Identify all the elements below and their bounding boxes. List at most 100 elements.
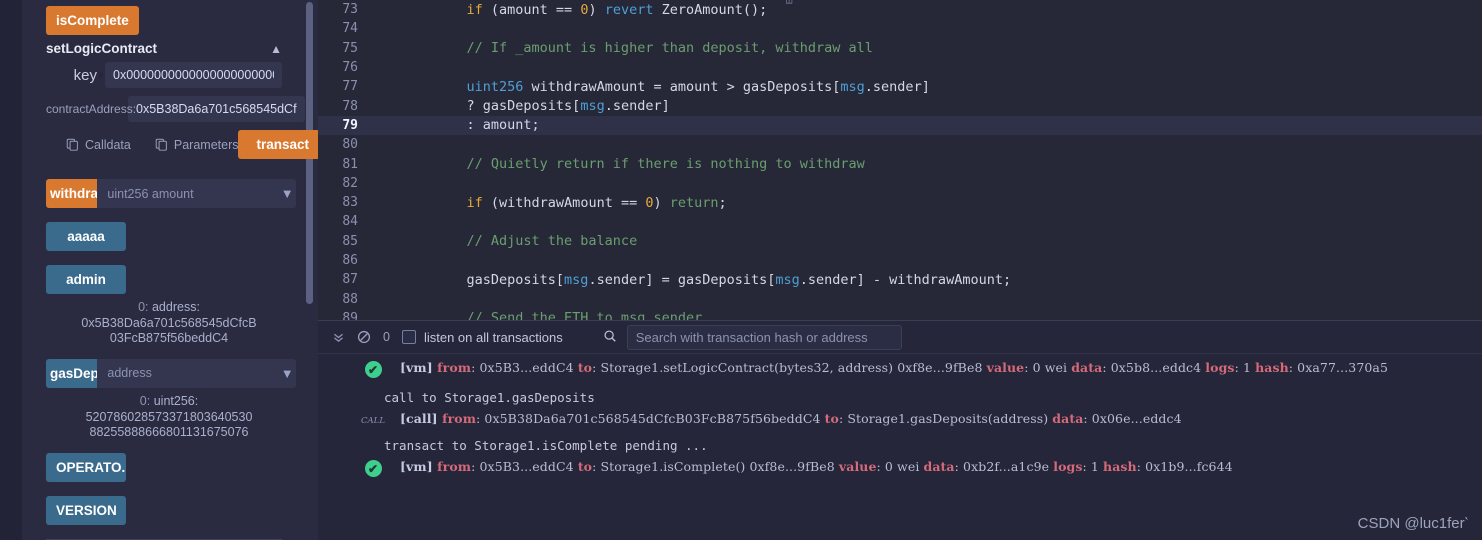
code-token: msg [564,271,589,288]
code-line[interactable]: 84 [318,212,1482,231]
code-text: // Quietly return if there is nothing to… [422,156,865,172]
code-line[interactable]: 79 : amount; [318,115,1482,136]
code-line[interactable]: 75 // If _amount is higher than deposit,… [318,39,1482,58]
code-line[interactable]: 88 [318,289,1482,308]
admin-button[interactable]: admin [46,265,126,294]
code-token: if [466,194,483,211]
code-text: ? gasDeposits[msg.sender] [422,98,670,114]
listen-all-transactions-checkbox[interactable] [401,330,416,344]
code-text: : amount; [422,117,540,133]
log-segment: hash [1103,459,1137,474]
code-token: msg [775,271,800,288]
log-segment: from [442,411,477,426]
log-segment: : 0xa77...370a5 [1288,360,1389,375]
code-text: // If _amount is higher than deposit, wi… [422,40,873,56]
param-label-key: key [46,67,105,84]
code-line[interactable]: 78 ? gasDeposits[msg.sender] [318,96,1482,115]
call-label: CALL [361,416,385,426]
operator-button[interactable]: OPERATO... [46,452,126,482]
set-logic-contract-section-header[interactable]: setLogicContract ▲ [22,35,296,62]
error-count: 0 [383,330,390,344]
code-token: return [669,194,719,211]
success-check-icon: ✔ [358,459,388,477]
calldata-copy-button[interactable]: Calldata [66,138,131,152]
code-token: .sender] - withdrawAmount; [799,271,1012,288]
code-text: uint256 withdrawAmount = amount > gasDep… [422,79,930,95]
code-line[interactable]: 85 // Adjust the balance [318,232,1482,251]
log-segment: : 0 wei [876,459,924,474]
code-line[interactable]: 86 [318,251,1482,270]
code-token: withdrawAmount = amount > gasDeposits[ [523,78,841,95]
code-text: if (amount == 0) revert ZeroAmount(); [422,1,768,18]
code-line[interactable]: 74 [318,19,1482,38]
function-row-gas-deposits: gasDeposits ▼ [46,358,296,388]
log-segment: : Storage1.isComplete() 0xf8e...9fBe8 [592,459,839,474]
code-line[interactable]: 77 uint256 withdrawAmount = amount > gas… [318,77,1482,96]
log-segment: : 0xb2f...a1c9e [954,459,1054,474]
chevrons-down-icon[interactable] [326,331,351,344]
parameters-copy-button[interactable]: Parameters [155,138,238,152]
code-token: msg [580,98,605,115]
code-token: (amount == [482,1,581,18]
chevron-up-icon[interactable]: ▲ [270,42,282,56]
terminal-log-entry[interactable]: CALL [call] from: 0x5B38Da6a701c568545dCf… [318,405,1482,426]
log-segment: to [824,411,839,426]
log-segment: logs [1053,459,1083,474]
log-segment: : 0 wei [1024,360,1072,375]
gas-deposits-address-input[interactable] [97,358,279,388]
code-editor[interactable]: ◫ 73 if (amount == 0) revert ZeroAmount(… [318,0,1482,320]
code-token: : amount; [434,117,540,134]
version-button[interactable]: VERSION [46,495,126,525]
copy-icon [66,138,78,151]
terminal-log-entry[interactable]: ✔ [vm] from: 0x5B3...eddC4 to: Storage1.i… [318,453,1482,477]
code-text: gasDeposits[msg.sender] = gasDeposits[ms… [422,271,1012,288]
ban-icon[interactable] [351,330,377,344]
is-complete-button[interactable]: isComplete [46,6,139,35]
success-check-icon: ✔ [358,360,388,378]
terminal-log-area[interactable]: ✔ [vm] from: 0x5B3...eddC4 to: Storage1.s… [318,354,1482,540]
log-segment: from [437,360,472,375]
result-type: uint256: [153,393,199,408]
terminal-log-text: [vm] from: 0x5B3...eddC4 to: Storage1.se… [388,360,1388,375]
log-segment: data [1052,411,1084,426]
code-token: ) [653,194,670,211]
terminal-log-entry[interactable]: ✔ [vm] from: 0x5B3...eddC4 to: Storage1.s… [318,354,1482,378]
withdraw-button[interactable]: withdraw... [46,179,98,208]
code-text: // Adjust the balance [422,233,638,249]
code-line[interactable]: 80 [318,135,1482,154]
aaaaa-button[interactable]: aaaaa [46,222,126,251]
line-number: 83 [342,195,358,211]
line-number: 89 [342,310,358,320]
terminal-search-input[interactable] [626,324,902,350]
code-line[interactable]: 87 gasDeposits[msg.sender] = gasDeposits… [318,270,1482,289]
result-index: 0: [139,393,151,408]
line-number: 73 [342,2,358,18]
log-segment: : Storage1.gasDeposits(address) [838,411,1053,426]
check-glyph: ✔ [364,361,382,378]
gas-deposits-button[interactable]: gasDeposits [46,358,98,388]
code-line[interactable]: 83 if (withdrawAmount == 0) return; [318,193,1482,212]
log-segment: : 0x5B38Da6a701c568545dCfcB03FcB875f56be… [476,411,825,426]
code-line[interactable]: 76 [318,58,1482,77]
code-line[interactable]: 82 [318,174,1482,193]
code-token: .sender] = gasDeposits[ [588,271,776,288]
section-title: setLogicContract [46,41,158,56]
transact-button[interactable]: transact [238,130,318,159]
chevron-down-icon[interactable]: ▼ [278,179,296,208]
key-input[interactable] [105,62,282,88]
param-label-contract-address: contractAddress: [46,102,137,116]
result-value-line1: 0x5B38Da6a701c568545dCfcB [81,315,257,330]
withdraw-amount-input[interactable] [97,179,279,208]
chevron-down-icon[interactable]: ▼ [278,358,296,388]
code-token: (withdrawAmount == [482,194,646,211]
code-line[interactable]: 73 if (amount == 0) revert ZeroAmount(); [318,0,1482,19]
log-segment: from [437,459,472,474]
code-line[interactable]: 81 // Quietly return if there is nothing… [318,154,1482,173]
code-line[interactable]: 89 // Send the ETH to msg.sender [318,309,1482,320]
function-row-aaaaa: aaaaa [22,222,296,251]
contract-address-input[interactable] [128,96,305,122]
result-value-line1: 520786028573371803640530 [85,409,253,424]
terminal-log-subline: call to Storage1.gasDeposits [384,390,595,405]
